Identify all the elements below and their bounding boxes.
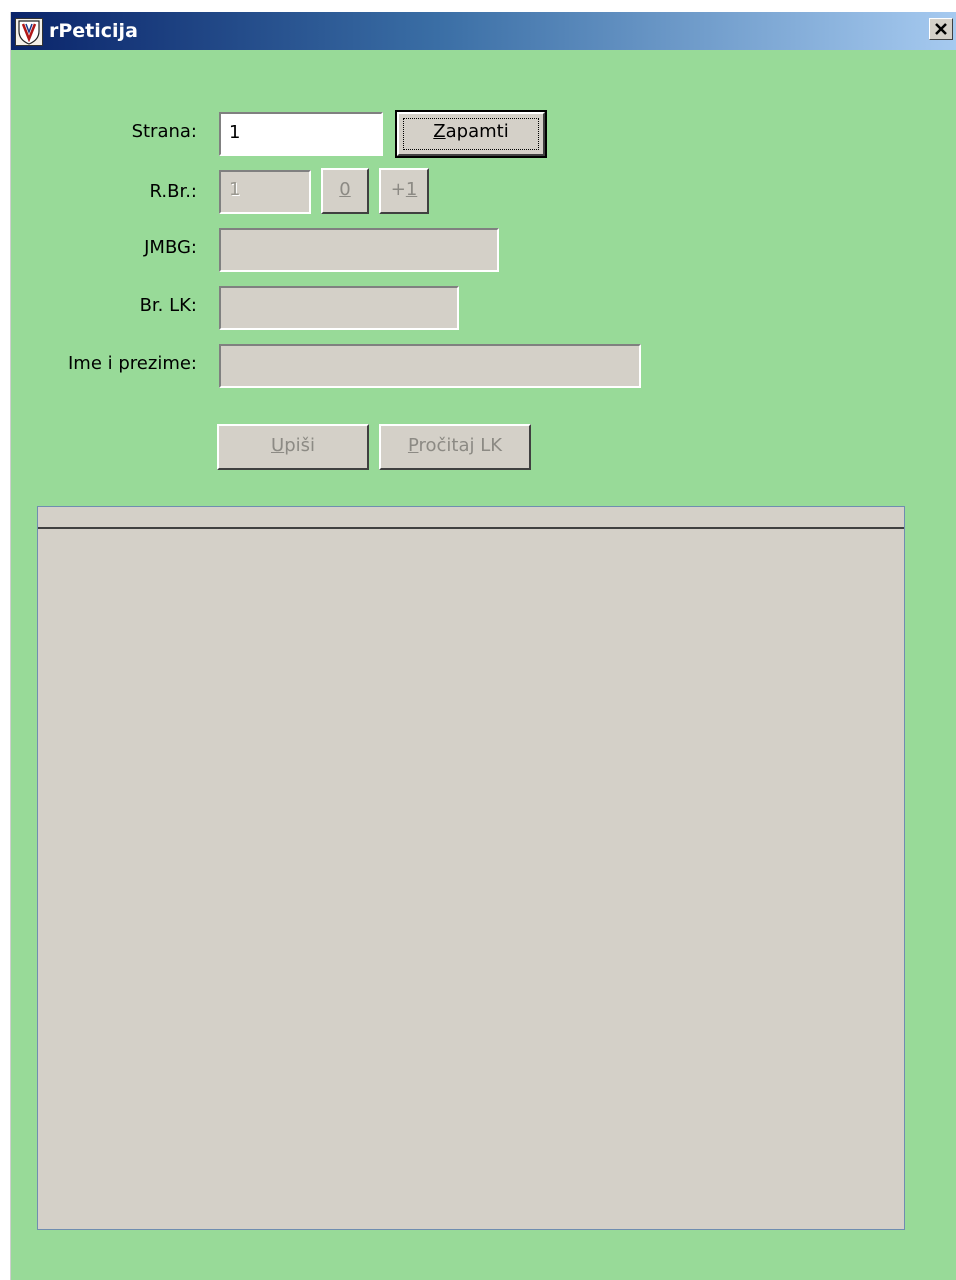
rbr-label: R.Br.: bbox=[149, 181, 197, 202]
strana-label: Strana: bbox=[131, 121, 197, 142]
close-button[interactable] bbox=[929, 18, 953, 40]
zapamti-label: apamti bbox=[445, 121, 509, 142]
ime-prezime-input bbox=[219, 344, 641, 388]
upisi-button: Upiši bbox=[217, 424, 369, 470]
brlk-input bbox=[219, 286, 459, 330]
zero-button: 0 bbox=[321, 168, 369, 214]
jmbg-label: JMBG: bbox=[144, 237, 197, 258]
procitaj-lk-button: Pročitaj LK bbox=[379, 424, 531, 470]
app-window: rPeticija Strana: 1 Zapamti R.Br.: 1 0 +… bbox=[10, 12, 956, 1280]
zero-button-label: 0 bbox=[339, 179, 351, 200]
procitaj-label: ročitaj LK bbox=[418, 435, 503, 456]
upisi-label: piši bbox=[284, 435, 315, 456]
records-list[interactable] bbox=[37, 506, 905, 1230]
shield-emblem-icon bbox=[15, 18, 43, 46]
plus-one-button: +1 bbox=[379, 168, 429, 214]
upisi-mnemonic: U bbox=[271, 435, 285, 456]
title-bar[interactable]: rPeticija bbox=[11, 12, 956, 50]
procitaj-mnemonic: P bbox=[407, 435, 419, 456]
jmbg-input bbox=[219, 228, 499, 272]
window-title: rPeticija bbox=[49, 20, 138, 42]
plus-one-mnemonic: 1 bbox=[405, 179, 418, 200]
strana-input[interactable]: 1 bbox=[219, 112, 383, 156]
close-x-icon bbox=[935, 23, 947, 35]
plus-one-prefix: + bbox=[390, 179, 406, 200]
rbr-input: 1 bbox=[219, 170, 311, 214]
zapamti-mnemonic: Z bbox=[433, 121, 446, 142]
list-header bbox=[38, 507, 904, 529]
brlk-label: Br. LK: bbox=[139, 295, 197, 316]
ime-prezime-label: Ime i prezime: bbox=[68, 353, 197, 374]
zapamti-button[interactable]: Zapamti bbox=[395, 110, 547, 158]
